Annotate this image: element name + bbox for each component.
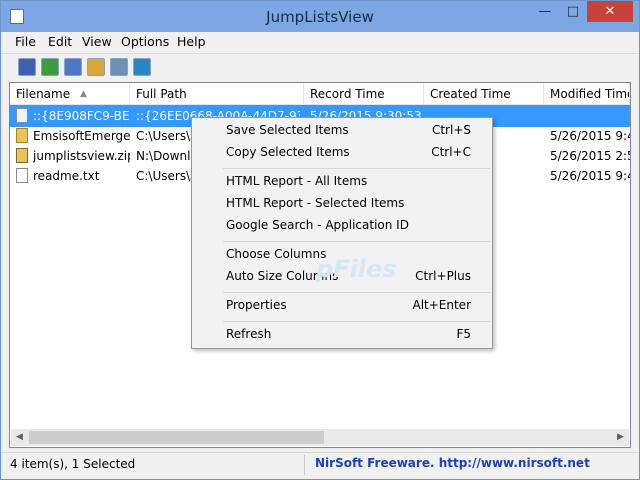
context-item-copy-selected-items[interactable]: Copy Selected Items Ctrl+C <box>195 142 491 163</box>
zip-icon <box>16 148 28 163</box>
save-icon[interactable] <box>18 58 36 76</box>
menu-item-label: Refresh <box>226 327 272 341</box>
modified-time-cell: 5/26/2015 9:42:2 <box>550 129 630 143</box>
menu-item-label: Choose Columns <box>226 247 327 261</box>
column-modified-time[interactable]: Modified Time <box>544 83 630 105</box>
menu-bar: File Edit View Options Help <box>1 32 639 52</box>
menu-item-label: HTML Report - All Items <box>226 174 368 188</box>
find-icon[interactable] <box>110 58 128 76</box>
filename-cell: readme.txt <box>33 169 100 183</box>
column-record-time[interactable]: Record Time <box>304 83 424 105</box>
context-menu: Save Selected Items Ctrl+S Copy Selected I… <box>191 117 493 349</box>
refresh-icon[interactable] <box>41 58 59 76</box>
scroll-left-icon[interactable]: ◀ <box>11 429 28 446</box>
menu-item-label: Google Search - Application ID <box>226 218 409 232</box>
menu-separator <box>223 241 490 242</box>
properties-icon[interactable] <box>87 58 105 76</box>
exit-icon[interactable] <box>133 58 151 76</box>
menu-item-label: Properties <box>226 298 287 312</box>
maximize-button[interactable]: □ <box>560 1 586 22</box>
modified-time-cell: 5/26/2015 9:42:2 <box>550 169 630 183</box>
watermark: pFiles <box>316 255 397 283</box>
context-item-refresh[interactable]: Refresh F5 <box>195 324 491 345</box>
status-count: 4 item(s), 1 Selected <box>10 457 136 471</box>
app-window: JumpListsView — □ ✕ File Edit View Optio… <box>0 0 640 480</box>
menu-options[interactable]: Options <box>121 34 169 49</box>
menu-help[interactable]: Help <box>177 34 206 49</box>
folder-icon <box>16 128 28 143</box>
horizontal-scrollbar[interactable]: ◀ ▶ <box>11 429 629 446</box>
filename-cell: EmsisoftEmerge... <box>33 129 130 143</box>
menu-item-shortcut: Ctrl+C <box>431 145 471 159</box>
scroll-thumb[interactable] <box>29 431 324 444</box>
sort-ascending-icon: ▲ <box>80 89 87 99</box>
modified-time-cell: 5/26/2015 2:51:4 <box>550 149 630 163</box>
scroll-right-icon[interactable]: ▶ <box>612 429 629 446</box>
list-header: Filename ▲ Full Path Record Time Created … <box>10 83 630 105</box>
menu-item-shortcut: Ctrl+Plus <box>415 269 471 283</box>
menu-separator <box>223 321 490 322</box>
menu-item-shortcut: F5 <box>456 327 471 341</box>
menu-item-shortcut: Ctrl+S <box>431 123 471 137</box>
context-item-save-selected-items[interactable]: Save Selected Items Ctrl+S <box>195 120 491 141</box>
text-file-icon <box>16 168 28 183</box>
menu-separator <box>223 292 490 293</box>
menu-view[interactable]: View <box>82 34 112 49</box>
close-button[interactable]: ✕ <box>587 1 633 22</box>
nirsoft-link[interactable]: NirSoft Freeware. http://www.nirsoft.net <box>315 456 590 470</box>
context-item-html-report-selected-items[interactable]: HTML Report - Selected Items <box>195 193 491 214</box>
context-item-html-report-all-items[interactable]: HTML Report - All Items <box>195 171 491 192</box>
menu-item-label: Copy Selected Items <box>226 145 350 159</box>
menu-separator <box>223 168 490 169</box>
document-icon <box>16 108 28 123</box>
filename-cell: ::{8E908FC9-BEC... <box>33 109 130 123</box>
menu-item-label: HTML Report - Selected Items <box>226 196 405 210</box>
title-bar: JumpListsView — □ ✕ <box>1 1 639 32</box>
copy-icon[interactable] <box>64 58 82 76</box>
menu-item-shortcut: Alt+Enter <box>412 298 471 312</box>
menu-file[interactable]: File <box>15 34 36 49</box>
status-separator <box>304 455 305 475</box>
column-filename[interactable]: Filename ▲ <box>10 83 130 105</box>
minimize-button[interactable]: — <box>531 1 559 22</box>
filename-cell: jumplistsview.zip <box>33 149 130 163</box>
context-item-properties[interactable]: Properties Alt+Enter <box>195 295 491 316</box>
context-item-google-search-application-id[interactable]: Google Search - Application ID <box>195 215 491 236</box>
toolbar <box>1 53 639 79</box>
menu-edit[interactable]: Edit <box>48 34 72 49</box>
menu-item-label: Save Selected Items <box>226 123 349 137</box>
column-created-time[interactable]: Created Time <box>424 83 544 105</box>
status-bar: 4 item(s), 1 Selected NirSoft Freeware. … <box>1 452 639 479</box>
column-full-path[interactable]: Full Path <box>130 83 304 105</box>
